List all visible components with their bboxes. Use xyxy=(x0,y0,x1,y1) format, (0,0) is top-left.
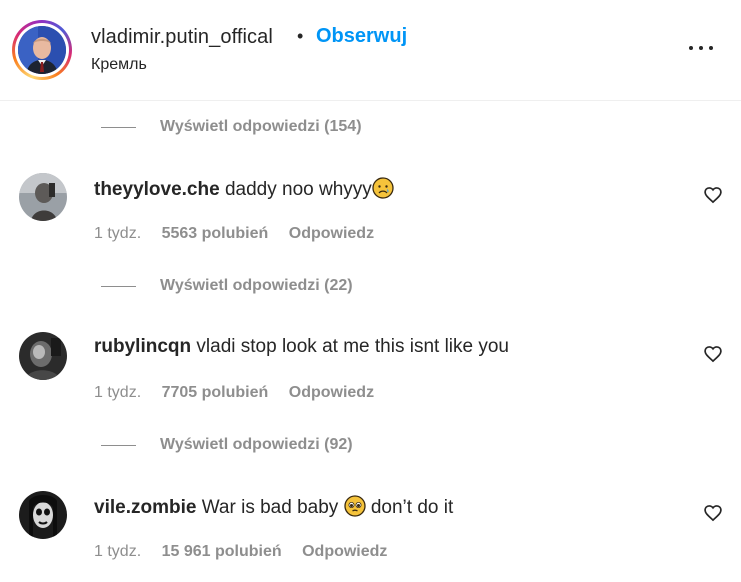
comment-text-after: don’t do it xyxy=(370,497,454,518)
comment-text: vladi stop look at me this isnt like you xyxy=(196,336,509,357)
crying-face-emoji xyxy=(372,177,394,199)
view-replies-button[interactable]: Wyświetl odpowiedzi (92) xyxy=(101,434,353,456)
more-dot xyxy=(699,46,703,50)
comment-time[interactable]: 1 tydz. xyxy=(94,384,141,401)
view-replies-button[interactable]: Wyświetl odpowiedzi (154) xyxy=(101,116,362,138)
comment-body: theyylove.che daddy noo whyyy xyxy=(94,177,394,201)
follow-button[interactable]: Obserwuj xyxy=(316,25,407,48)
like-heart-icon[interactable] xyxy=(703,344,723,364)
replies-divider-line xyxy=(101,285,136,287)
comment-text: daddy noo whyyy xyxy=(224,179,372,200)
view-replies-label: Wyświetl odpowiedzi (154) xyxy=(160,118,362,135)
comment-avatar[interactable] xyxy=(19,332,67,380)
avatar-frame xyxy=(15,23,69,77)
post-author-username[interactable]: vladimir.putin_offical xyxy=(91,26,273,49)
reply-button[interactable]: Odpowiedz xyxy=(302,543,387,560)
more-options-icon[interactable] xyxy=(686,36,716,60)
view-replies-button[interactable]: Wyświetl odpowiedzi (22) xyxy=(101,275,353,297)
header-separator: • xyxy=(297,26,304,46)
comment-likes[interactable]: 15 961 polubień xyxy=(162,543,282,560)
comment-avatar[interactable] xyxy=(19,173,67,221)
replies-divider-line xyxy=(101,126,136,128)
more-dot xyxy=(689,46,693,50)
reply-button[interactable]: Odpowiedz xyxy=(289,225,374,242)
comment-body: vile.zombie War is bad baby don’t do it xyxy=(94,495,453,519)
comment-time[interactable]: 1 tydz. xyxy=(94,543,141,560)
like-heart-icon[interactable] xyxy=(703,185,723,205)
comment-meta: 1 tydz. 5563 polubień Odpowiedz xyxy=(94,225,374,243)
comment-text-before: War is bad baby xyxy=(201,497,339,518)
post-location[interactable]: Кремль xyxy=(91,56,147,74)
pleading-face-emoji xyxy=(343,495,366,517)
comment-meta: 1 tydz. 7705 polubień Odpowiedz xyxy=(94,384,374,402)
view-replies-label: Wyświetl odpowiedzi (22) xyxy=(160,277,353,294)
replies-divider-line xyxy=(101,444,136,446)
comment-body: rubylincqn vladi stop look at me this is… xyxy=(94,336,509,358)
like-heart-icon[interactable] xyxy=(703,503,723,523)
reply-button[interactable]: Odpowiedz xyxy=(289,384,374,401)
more-dot xyxy=(709,46,713,50)
comment-username[interactable]: vile.zombie xyxy=(94,497,196,518)
post-header: vladimir.putin_offical • Obserwuj Кремль xyxy=(0,0,741,101)
comment-likes[interactable]: 7705 polubień xyxy=(162,384,269,401)
comment-username[interactable]: theyylove.che xyxy=(94,179,220,200)
profile-avatar[interactable] xyxy=(12,20,72,80)
comment-time[interactable]: 1 tydz. xyxy=(94,225,141,242)
avatar-image xyxy=(18,26,66,74)
view-replies-label: Wyświetl odpowiedzi (92) xyxy=(160,436,353,453)
comment-meta: 1 tydz. 15 961 polubień Odpowiedz xyxy=(94,543,387,561)
comment-avatar[interactable] xyxy=(19,491,67,539)
comment-username[interactable]: rubylincqn xyxy=(94,336,191,357)
comment-likes[interactable]: 5563 polubień xyxy=(162,225,269,242)
